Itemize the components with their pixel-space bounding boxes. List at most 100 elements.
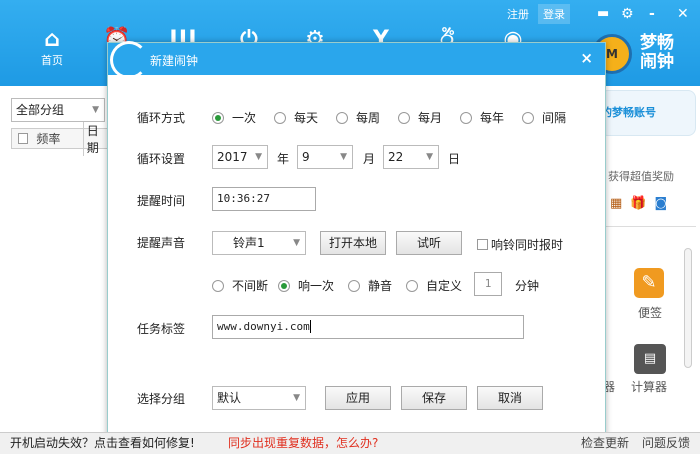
dialog-close-button[interactable]: × xyxy=(580,49,593,67)
alarm-table-header: 频率 日期 xyxy=(11,121,110,156)
scrollbar[interactable] xyxy=(684,248,692,368)
month-value: 9 xyxy=(302,150,310,164)
check-update-link[interactable]: 检查更新 xyxy=(581,433,629,453)
month-unit: 月 xyxy=(363,152,376,166)
play-mode-radio[interactable]: 不间断 xyxy=(212,277,268,294)
repeat-radio[interactable]: 每周 xyxy=(336,109,380,126)
open-local-button[interactable]: 打开本地 xyxy=(320,231,386,255)
repeat-radio[interactable]: 一次 xyxy=(212,109,256,126)
feedback-link[interactable]: 问题反馈 xyxy=(642,433,690,453)
chevron-down-icon: ▼ xyxy=(293,393,300,403)
preview-sound-button[interactable]: 试听 xyxy=(396,231,462,255)
apply-button[interactable]: 应用 xyxy=(325,386,391,410)
app-logo: M 梦畅 闹钟 xyxy=(590,28,700,78)
gift-icon[interactable]: 🎁 xyxy=(630,196,646,211)
repeat-radio[interactable]: 间隔 xyxy=(522,109,566,126)
radio-circle[interactable] xyxy=(522,111,534,124)
chevron-down-icon: ▼ xyxy=(92,105,99,115)
tag-value: www.downyi.com xyxy=(217,320,310,333)
radio-label: 不间断 xyxy=(232,279,269,293)
radio-circle[interactable] xyxy=(336,111,348,124)
group-filter-select[interactable]: 全部分组 ▼ xyxy=(11,98,105,122)
radio-circle[interactable] xyxy=(398,111,410,124)
skin-icon[interactable]: ▬ xyxy=(592,4,614,23)
sound-label: 提醒声音 xyxy=(137,236,186,250)
radio-circle[interactable] xyxy=(406,279,418,292)
month-select[interactable]: 9 ▼ xyxy=(297,145,353,169)
radio-label: 每月 xyxy=(418,111,443,125)
right-pane: 的梦畅账号 获得超值奖励 ▦ 🎁 ◙ ✎ 便签 ▤ 计算器 器 xyxy=(600,86,700,432)
clock-logo-icon xyxy=(110,41,148,79)
radio-label: 每年 xyxy=(480,111,505,125)
reward-text: 获得超值奖励 xyxy=(608,170,674,183)
sound-select[interactable]: 铃声1 ▼ xyxy=(212,231,306,255)
chevron-down-icon: ▼ xyxy=(340,152,347,162)
calculator-label[interactable]: 计算器 xyxy=(631,378,667,395)
close-icon[interactable]: ✕ xyxy=(672,4,694,24)
account-banner[interactable]: 的梦畅账号 xyxy=(600,90,696,136)
col-freq[interactable]: 频率 xyxy=(36,130,82,147)
home-icon: ⌂ xyxy=(44,27,60,52)
year-select[interactable]: 2017 ▼ xyxy=(212,145,268,169)
custom-minutes-input[interactable]: 1 xyxy=(474,272,502,296)
calendar-icon[interactable]: ▦ xyxy=(610,196,622,211)
dialog-title: 新建闹钟 xyxy=(150,54,199,68)
radio-label: 静音 xyxy=(368,279,393,293)
repeat-radio[interactable]: 每年 xyxy=(460,109,504,126)
tag-label: 任务标签 xyxy=(137,322,186,336)
notes-label[interactable]: 便签 xyxy=(638,304,662,321)
cancel-button[interactable]: 取消 xyxy=(477,386,543,410)
checkbox-box[interactable] xyxy=(477,239,488,250)
register-link[interactable]: 注册 xyxy=(502,4,534,24)
minimize-icon[interactable]: - xyxy=(644,4,660,24)
radio-label: 自定义 xyxy=(426,279,463,293)
logo-text: 梦畅 xyxy=(640,33,674,53)
settings-icon[interactable]: ⚙ xyxy=(616,4,639,24)
time-label: 提醒时间 xyxy=(137,194,186,208)
radio-label: 每周 xyxy=(356,111,381,125)
day-unit: 日 xyxy=(448,152,461,166)
day-select[interactable]: 22 ▼ xyxy=(383,145,439,169)
chevron-down-icon: ▼ xyxy=(255,152,262,162)
wifi-icon[interactable]: ◙ xyxy=(654,196,667,211)
play-mode-radio[interactable]: 自定义 xyxy=(406,277,462,294)
time-input[interactable]: 10:36:27 xyxy=(212,187,316,211)
group-label: 选择分组 xyxy=(137,392,186,406)
play-mode-radio[interactable]: 静音 xyxy=(348,277,392,294)
radio-circle[interactable] xyxy=(348,279,360,292)
dialog-titlebar[interactable]: 新建闹钟 × xyxy=(108,41,605,79)
radio-circle[interactable] xyxy=(212,111,224,124)
report-time-checkbox[interactable]: 响铃同时报时 xyxy=(477,236,563,253)
nav-home[interactable]: ⌂ 首页 xyxy=(27,28,77,68)
group-select[interactable]: 默认 ▼ xyxy=(212,386,306,410)
year-unit: 年 xyxy=(277,152,290,166)
group-value: 默认 xyxy=(217,391,242,405)
radio-label: 响一次 xyxy=(298,279,335,293)
notes-icon[interactable]: ✎ xyxy=(634,268,664,298)
repeat-radio[interactable]: 每天 xyxy=(274,109,318,126)
status-bar: 开机启动失效？点击查看如何修复! 同步出现重复数据，怎么办? 检查更新 问题反馈 xyxy=(0,432,700,454)
new-alarm-dialog: 新建闹钟 × 循环方式 一次 每天 每周 每月 每年 间隔 循环设置 2017 ▼ 年 9 ▼… xyxy=(107,41,606,440)
sync-duplicate-link[interactable]: 同步出现重复数据，怎么办? xyxy=(228,433,378,453)
play-mode-radio[interactable]: 响一次 xyxy=(278,277,334,294)
col-date[interactable]: 日期 xyxy=(82,121,109,156)
sound-value: 铃声1 xyxy=(233,236,265,250)
group-filter-value: 全部分组 xyxy=(16,103,65,117)
repeat-radio[interactable]: 每月 xyxy=(398,109,442,126)
radio-circle[interactable] xyxy=(212,279,224,292)
report-time-label: 响铃同时报时 xyxy=(491,238,564,252)
radio-circle[interactable] xyxy=(274,111,286,124)
year-value: 2017 xyxy=(217,150,248,164)
autostart-fix-link[interactable]: 开机启动失效？点击查看如何修复! xyxy=(10,433,195,453)
tag-input[interactable]: www.downyi.com xyxy=(212,315,524,339)
radio-label: 每天 xyxy=(294,111,319,125)
radio-circle[interactable] xyxy=(460,111,472,124)
login-link[interactable]: 登录 xyxy=(538,4,570,24)
minutes-unit: 分钟 xyxy=(515,279,540,293)
save-button[interactable]: 保存 xyxy=(401,386,467,410)
cycle-label: 循环设置 xyxy=(137,152,186,166)
calculator-icon[interactable]: ▤ xyxy=(634,344,666,374)
day-value: 22 xyxy=(388,150,404,164)
select-all-checkbox[interactable] xyxy=(18,133,29,144)
radio-circle[interactable] xyxy=(278,279,290,292)
